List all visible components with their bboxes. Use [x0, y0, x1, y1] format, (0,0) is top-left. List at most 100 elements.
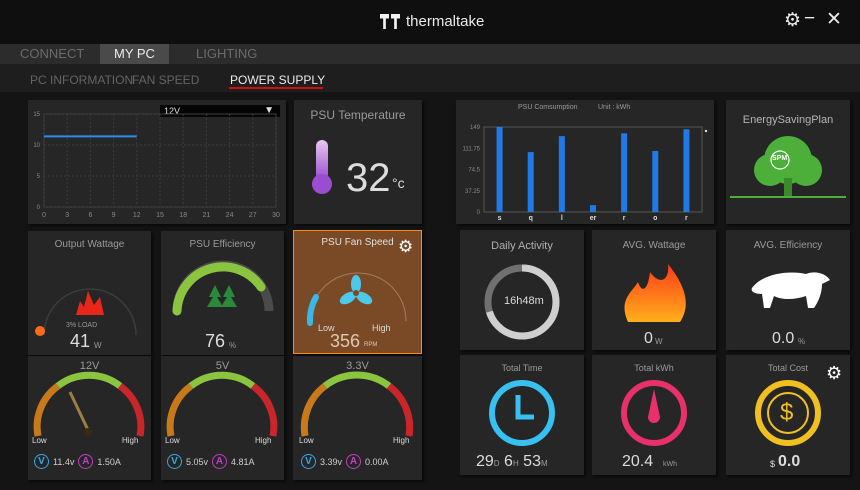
daily-activity-ring: [484, 264, 560, 340]
flame-icon: [76, 291, 104, 315]
output-wattage-unit: W: [94, 341, 102, 350]
ampere-icon: A: [78, 454, 94, 469]
tab-pc-information[interactable]: PC INFORMATION: [30, 73, 133, 87]
close-icon[interactable]: ✕: [826, 10, 842, 30]
psu-fan-speed-panel[interactable]: PSU Fan Speed ⚙ Low High 356 RPM: [293, 230, 422, 354]
x-tick-label: 27: [249, 212, 257, 219]
psu-efficiency-panel: PSU Efficiency 76 %: [161, 231, 284, 355]
rail-5v-volts: 5.05v: [186, 456, 209, 467]
gear-icon[interactable]: ⚙: [784, 11, 801, 31]
tab-power-supply[interactable]: POWER SUPPLY: [230, 73, 325, 87]
thermaltake-logo-icon: [380, 14, 400, 29]
brand-name: thermaltake: [406, 13, 485, 30]
avg-efficiency-unit: %: [798, 337, 806, 346]
total-time-days-unit: D: [493, 459, 500, 468]
avg-wattage-unit: W: [655, 337, 663, 346]
x-tick-label: 30: [272, 212, 280, 219]
total-time-hours: 6: [504, 453, 513, 470]
rail-3v3-high: High: [393, 436, 410, 445]
fan-icon: [339, 275, 373, 305]
consumption-bar: [527, 152, 534, 212]
psu-consumption-panel: PSU Comsumption Unit : kWh 0 37.25 74.5 111…: [456, 100, 714, 224]
consumption-bar: [652, 150, 659, 212]
menu-lighting[interactable]: LIGHTING: [196, 44, 257, 64]
output-load: 3% LOAD: [66, 322, 98, 329]
total-time-panel: Total Time 29D 6H 53M: [460, 355, 584, 475]
total-time-hours-unit: H: [512, 459, 519, 468]
energy-saving-plan-panel[interactable]: EnergySavingPlan SPM: [726, 100, 850, 224]
x-tick-label: r: [685, 215, 688, 222]
x-tick-label: r: [623, 215, 626, 222]
dollar-symbol: $: [780, 399, 794, 426]
rail-3v3-panel: 3.3V Low High V 3.39v A 0.00A: [293, 356, 422, 480]
voltage-icon: V: [167, 454, 182, 469]
minus-icon[interactable]: −: [804, 9, 815, 29]
menu-connect[interactable]: CONNECT: [20, 44, 84, 64]
rail-5v-low: Low: [165, 436, 180, 445]
menu-my-pc[interactable]: MY PC: [100, 44, 169, 64]
y-tick-label: 37.25: [465, 189, 481, 195]
total-cost-panel: Total Cost ⚙ $ $ 0.0: [726, 355, 850, 475]
title-bar: thermaltake ⚙ − ✕: [0, 0, 860, 44]
x-tick-label: 6: [88, 212, 92, 219]
psu-temperature-value: 32: [346, 156, 391, 200]
rail-12v-readout: V 11.4v A 1.50A: [34, 454, 121, 469]
tab-fan-speed[interactable]: FAN SPEED: [132, 73, 199, 87]
rail-3v3-amps: 0.00A: [365, 456, 389, 467]
x-tick-label: 15: [156, 212, 164, 219]
psu-efficiency-value: 76: [205, 331, 226, 351]
x-tick-label: 24: [226, 212, 234, 219]
y-tick-label: 0: [37, 205, 41, 211]
y-tick-label: 5: [37, 174, 41, 180]
voltage-line-chart: 0 5 10 15 0 3 6 9 12 15 18 21 24 27 30: [33, 112, 280, 219]
total-kwh-value: 20.4: [622, 453, 654, 470]
psu-temperature-unit: °c: [392, 175, 405, 191]
active-tab-underline: [229, 87, 323, 89]
rail-3v3-low: Low: [299, 436, 314, 445]
y-tick-label: 149: [470, 125, 481, 131]
rail-12v-low: Low: [32, 436, 47, 445]
y-tick-label: 111.75: [463, 146, 481, 152]
consumption-bar: [683, 129, 690, 212]
x-tick-label: 0: [42, 212, 46, 219]
x-tick-label: o: [653, 215, 657, 222]
voltage-icon: V: [301, 454, 316, 469]
spm-badge: SPM: [772, 155, 788, 162]
consumption-bar-chart: 0 37.25 74.5 111.75 149 s q l er r o r: [463, 125, 708, 222]
daily-activity-panel: Daily Activity 16h48m: [460, 230, 584, 350]
output-wattage-value: 41: [70, 331, 91, 351]
total-time-minutes: 53: [523, 453, 541, 470]
rail-12v-amps: 1.50A: [97, 456, 121, 467]
fan-high-label: High: [372, 323, 391, 333]
meter-icon: [621, 380, 687, 446]
x-tick-label: 12: [133, 212, 141, 219]
avg-efficiency-panel: AVG. Efficiency 0.0 %: [726, 230, 850, 350]
x-tick-label: er: [590, 215, 597, 222]
rail-12v-panel: 12V Low High V 11.4v A 1.50A: [28, 356, 151, 480]
avg-efficiency-value: 0.0: [772, 330, 795, 347]
x-tick-label: 21: [203, 212, 211, 219]
total-cost-value: 0.0: [778, 453, 801, 470]
rail-5v-amps: 4.81A: [231, 456, 255, 467]
pine-tree-icon: [207, 285, 223, 307]
y-tick-label: 74.5: [468, 168, 480, 174]
rail-3v3-readout: V 3.39v A 0.00A: [301, 454, 389, 469]
x-tick-label: 3: [65, 212, 69, 219]
total-kwh-panel: Total kWh 20.4 kWh: [592, 355, 716, 475]
x-tick-label: 9: [112, 212, 116, 219]
voltage-chart-panel: 12V ▼ 0 5 10 15 0 3 6 9 12 15 18 21 24 27 30: [28, 100, 286, 224]
rail-3v3-volts: 3.39v: [320, 456, 343, 467]
consumption-bar: [621, 133, 628, 212]
total-cost-currency: $: [770, 459, 776, 469]
avg-wattage-value: 0: [644, 330, 653, 347]
daily-activity-value: 16h48m: [504, 295, 544, 307]
psu-efficiency-unit: %: [229, 341, 237, 350]
rail-5v-readout: V 5.05v A 4.81A: [167, 454, 255, 469]
y-tick-label: 10: [33, 143, 40, 149]
thermaltake-logo: thermaltake: [380, 13, 484, 30]
consumption-bar: [590, 205, 596, 212]
ampere-icon: A: [212, 454, 228, 469]
total-time-days: 29: [476, 453, 494, 470]
consumption-bar: [558, 136, 565, 212]
total-time-value: 29D 6H 53M: [476, 453, 548, 471]
